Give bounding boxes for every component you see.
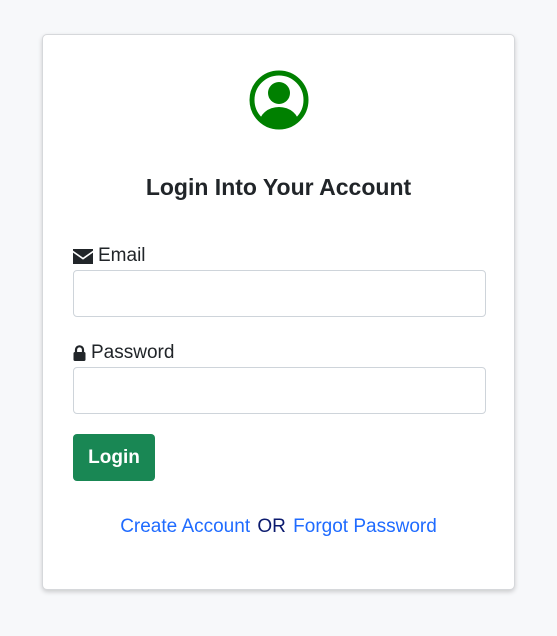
page-title: Login Into Your Account (145, 174, 412, 200)
login-button[interactable]: Login (73, 434, 155, 481)
password-label: Password (73, 341, 174, 365)
email-label-text: Email (98, 245, 146, 266)
login-card: Login Into Your Account Email Password L… (42, 34, 515, 590)
create-account-link[interactable]: Create Account (120, 516, 250, 537)
password-label-text: Password (91, 342, 175, 363)
password-field[interactable] (73, 367, 486, 414)
lock-icon (73, 345, 86, 361)
email-label: Email (73, 244, 146, 268)
email-field[interactable] (73, 270, 486, 317)
forgot-password-link[interactable]: Forgot Password (293, 516, 437, 537)
user-circle-icon (249, 70, 309, 130)
account-links: Create Account OR Forgot Password (43, 514, 514, 540)
or-separator: OR (257, 516, 286, 537)
envelope-icon (73, 248, 93, 264)
